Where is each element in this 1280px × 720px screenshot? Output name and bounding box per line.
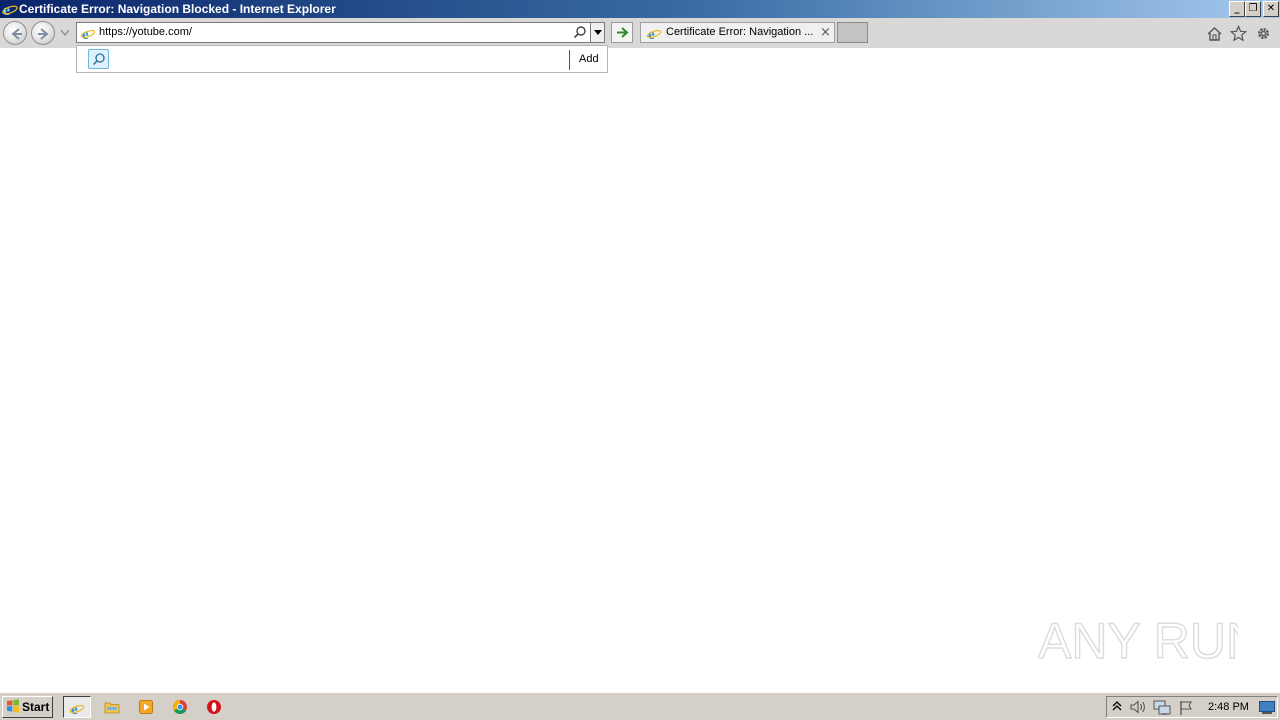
navigation-toolbar: e e Certificate Error: Navigation ... × bbox=[0, 18, 1280, 48]
minimize-button[interactable]: _ bbox=[1229, 1, 1245, 17]
tab-certificate-error[interactable]: e Certificate Error: Navigation ... × bbox=[640, 22, 835, 43]
taskbar-chrome[interactable] bbox=[167, 696, 195, 718]
taskbar-media-player[interactable] bbox=[133, 696, 161, 718]
search-provider-button[interactable] bbox=[88, 49, 109, 69]
dropdown-icon bbox=[594, 30, 602, 35]
show-desktop-icon[interactable] bbox=[1259, 701, 1275, 714]
tab-label: Certificate Error: Navigation ... bbox=[666, 26, 814, 38]
go-arrow-icon bbox=[617, 27, 629, 38]
ie-tab-icon: e bbox=[646, 25, 662, 46]
internet-explorer-icon: e bbox=[69, 702, 85, 716]
divider bbox=[569, 50, 570, 70]
restore-button[interactable]: ❐ bbox=[1245, 1, 1261, 17]
search-provider-icon bbox=[92, 53, 105, 66]
add-search-provider-button[interactable]: Add bbox=[579, 46, 599, 72]
ie-icon: e bbox=[80, 25, 96, 46]
start-label: Start bbox=[22, 700, 50, 714]
ie-logo-icon: e bbox=[2, 1, 18, 19]
close-window-button[interactable]: ✕ bbox=[1263, 1, 1279, 17]
url-input[interactable] bbox=[99, 23, 569, 42]
back-button[interactable] bbox=[3, 21, 27, 45]
anyrun-watermark: ANY RUN bbox=[1038, 612, 1238, 669]
back-icon bbox=[11, 28, 22, 40]
forward-icon bbox=[38, 28, 49, 40]
start-button[interactable]: Start bbox=[2, 696, 53, 718]
clock[interactable]: 2:48 PM bbox=[1208, 697, 1249, 717]
taskbar-file-explorer[interactable] bbox=[99, 696, 127, 718]
taskbar: Start e 2:48 PM bbox=[0, 692, 1280, 720]
home-icon[interactable] bbox=[1206, 25, 1223, 42]
forward-button[interactable] bbox=[31, 21, 55, 45]
search-icon[interactable] bbox=[573, 25, 587, 44]
new-tab-button[interactable] bbox=[837, 22, 868, 43]
taskbar-internet-explorer[interactable]: e bbox=[63, 696, 91, 718]
window-titlebar: e Certificate Error: Navigation Blocked … bbox=[0, 0, 1280, 19]
taskbar-opera[interactable] bbox=[201, 696, 229, 718]
tab-close-button[interactable]: × bbox=[820, 23, 831, 42]
network-icon[interactable] bbox=[1153, 700, 1171, 716]
go-button[interactable] bbox=[611, 22, 633, 43]
folder-icon bbox=[104, 702, 120, 714]
opera-icon bbox=[207, 700, 221, 714]
media-player-icon bbox=[139, 700, 153, 714]
action-center-flag-icon[interactable] bbox=[1178, 700, 1194, 716]
address-suggestions-dropdown: Add bbox=[76, 45, 608, 73]
tray-expand-icon[interactable] bbox=[1112, 700, 1122, 712]
chrome-icon bbox=[173, 700, 187, 714]
address-dropdown-button[interactable] bbox=[590, 23, 604, 42]
watermark-text: ANY RUN bbox=[1038, 613, 1238, 669]
tools-gear-icon[interactable] bbox=[1255, 25, 1272, 42]
window-title: Certificate Error: Navigation Blocked - … bbox=[19, 2, 336, 16]
system-tray: 2:48 PM bbox=[1106, 696, 1278, 718]
windows-logo-icon bbox=[7, 699, 19, 713]
volume-icon[interactable] bbox=[1129, 700, 1147, 714]
address-bar[interactable]: e bbox=[76, 22, 605, 43]
favorites-star-icon[interactable] bbox=[1230, 25, 1247, 42]
recent-pages-icon[interactable] bbox=[60, 29, 70, 37]
